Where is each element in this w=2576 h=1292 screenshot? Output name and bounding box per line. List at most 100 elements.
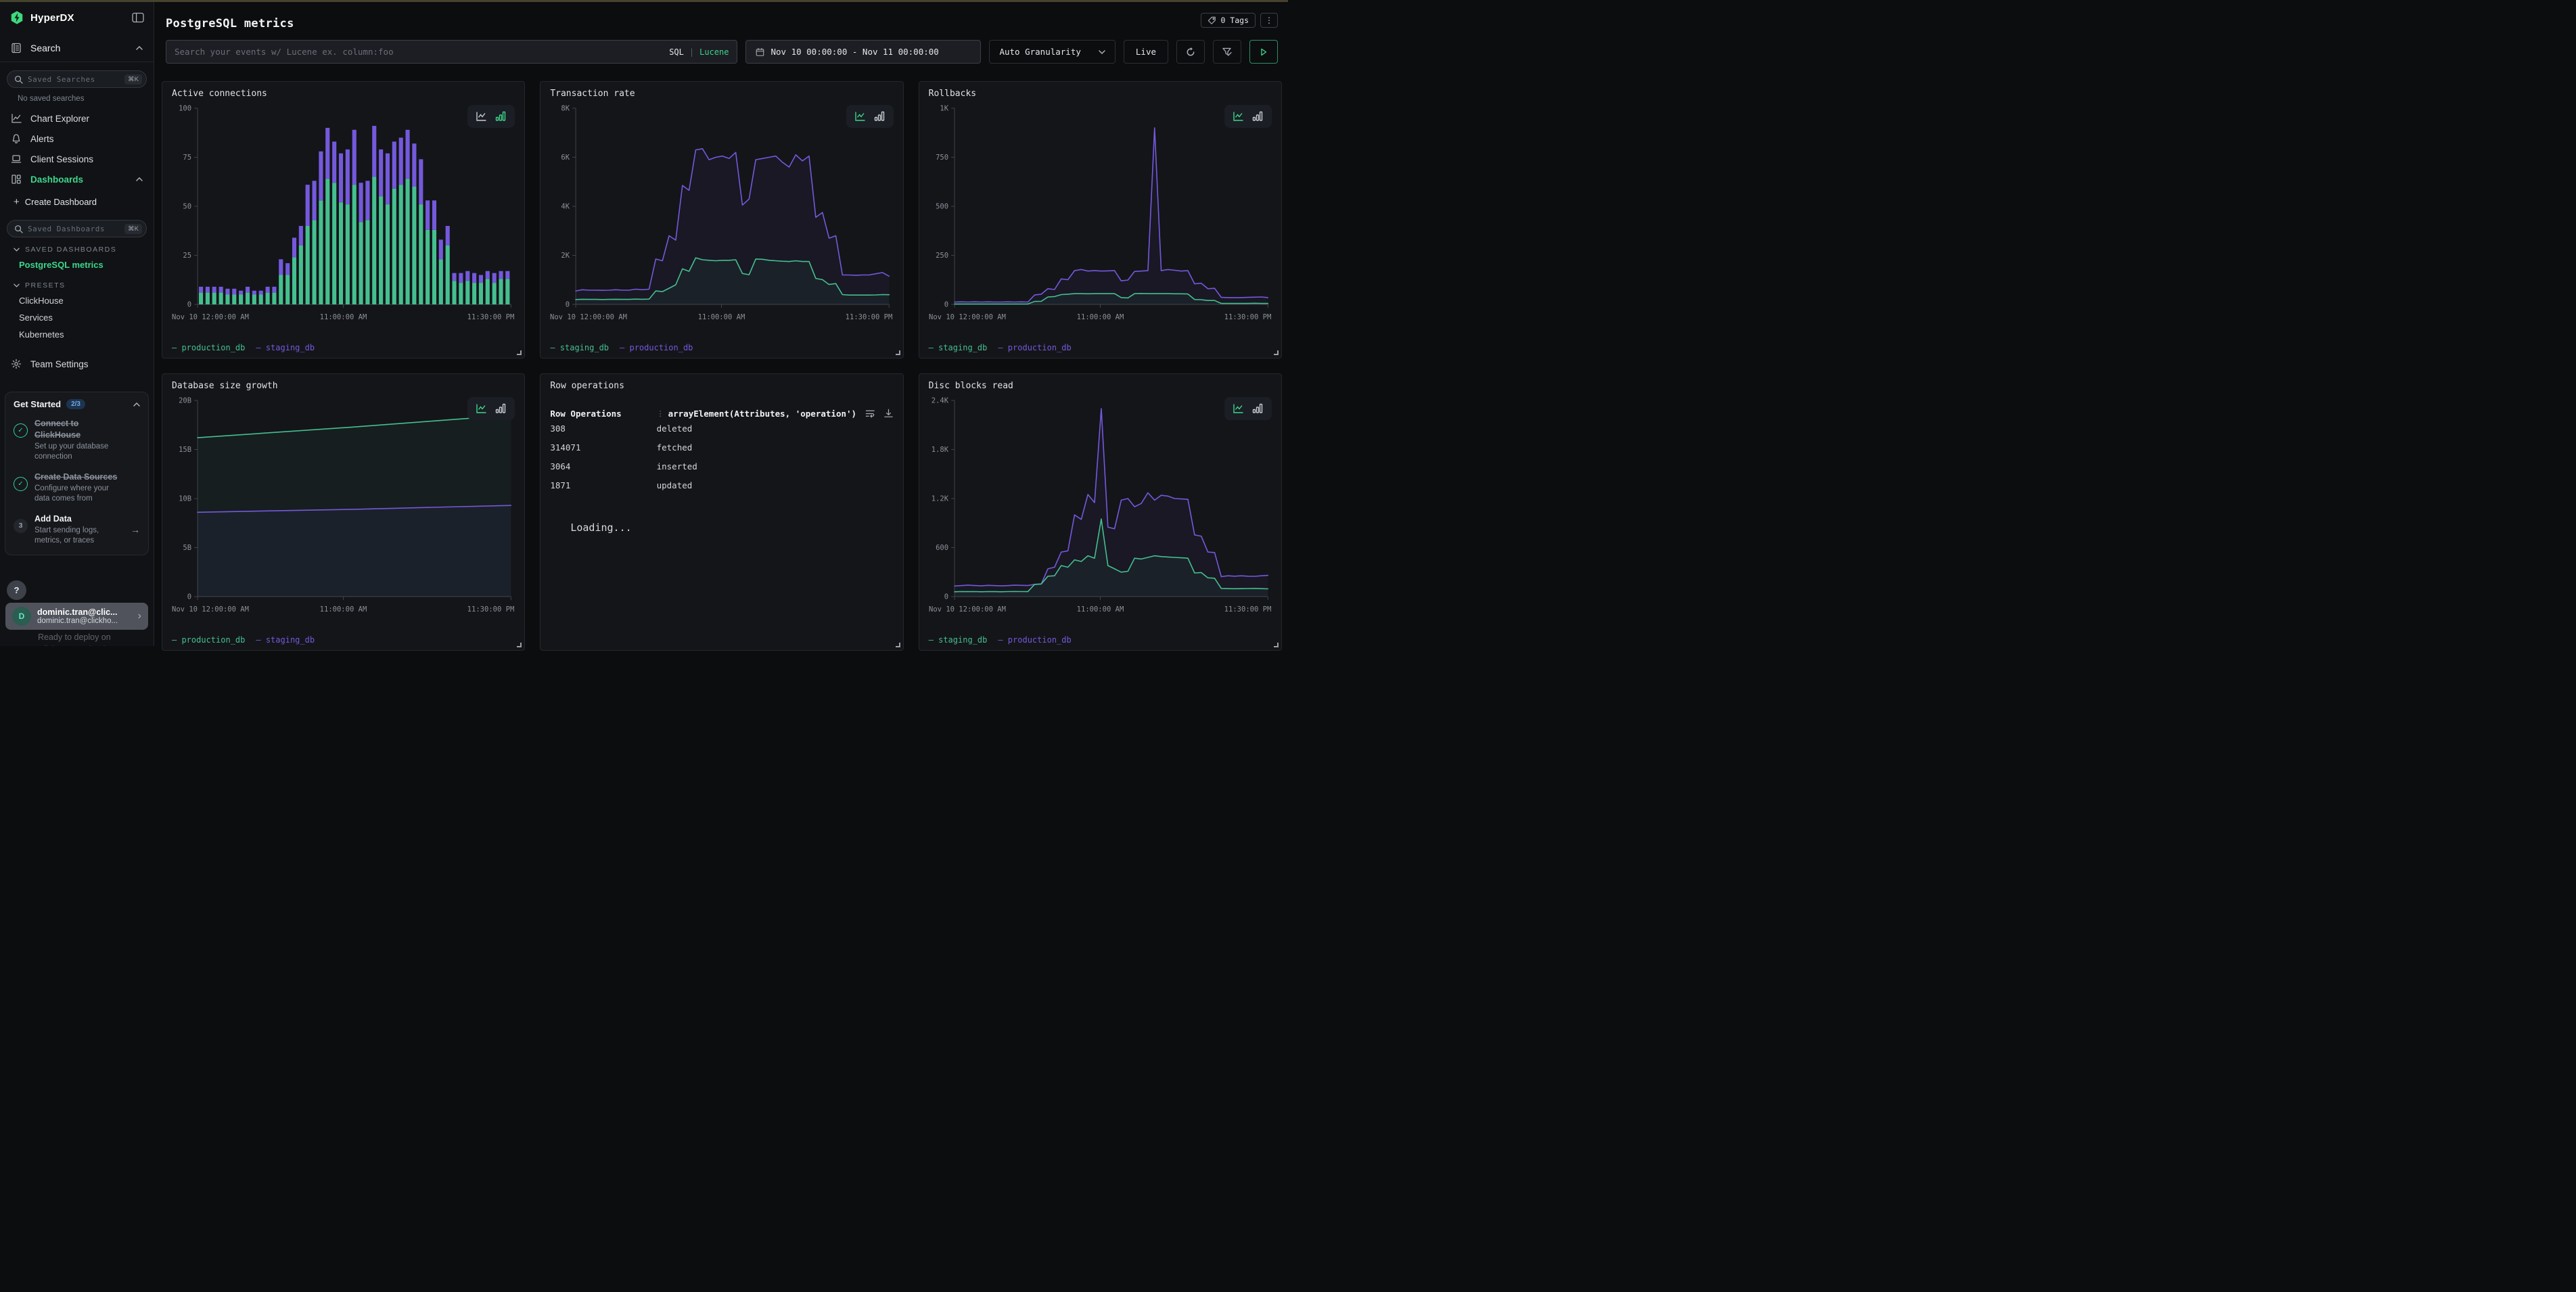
avatar: D [12, 607, 31, 626]
create-dashboard-button[interactable]: + Create Dashboard [0, 189, 154, 212]
legend-item-staging_db[interactable]: — staging_db [550, 343, 609, 352]
line-chart-icon[interactable] [854, 111, 866, 122]
resize-handle[interactable] [896, 643, 900, 647]
get-started-item-add-data[interactable]: 3 Add Data Start sending logs, metrics, … [14, 513, 140, 547]
table-row[interactable]: 314071fetched [550, 438, 893, 457]
event-search-input[interactable] [175, 47, 662, 57]
get-started-item-connect[interactable]: ✓ Connect to ClickHouse Set up your data… [14, 418, 140, 463]
bar-chart-icon[interactable] [495, 403, 507, 414]
live-button[interactable]: Live [1124, 40, 1168, 64]
row-count-cell: 308 [550, 423, 656, 434]
chevron-up-icon [136, 177, 143, 181]
query-controls: SQL | Lucene Nov 10 00:00:00 - Nov 11 00… [166, 40, 1278, 64]
table-header: Row Operations ⋮ arrayElement(Attributes… [550, 409, 893, 419]
chart-type-toggle[interactable] [467, 397, 515, 420]
legend-item-staging_db[interactable]: — staging_db [256, 635, 315, 645]
svg-text:11:00:00 AM: 11:00:00 AM [320, 313, 367, 321]
legend-item-production_db[interactable]: — production_db [998, 635, 1071, 645]
granularity-select[interactable]: Auto Granularity [989, 40, 1115, 64]
svg-text:11:00:00 AM: 11:00:00 AM [698, 313, 745, 321]
legend-item-production_db[interactable]: — production_db [998, 343, 1071, 352]
legend-item-staging_db[interactable]: — staging_db [256, 343, 315, 352]
sidebar-item-client-sessions[interactable]: Client Sessions [0, 149, 154, 169]
bar-chart-icon[interactable] [495, 111, 507, 122]
chart[interactable]: 06001.2K1.8K2.4KNov 10 12:00:00 AM11:00:… [929, 394, 1272, 621]
sidebar-item-services[interactable]: Services [0, 309, 154, 326]
chart[interactable]: 05B10B15B20BNov 10 12:00:00 AM11:00:00 A… [172, 394, 515, 621]
date-range-picker[interactable]: Nov 10 00:00:00 - Nov 11 00:00:00 [745, 40, 981, 64]
event-search[interactable]: SQL | Lucene [166, 40, 737, 64]
chart-type-toggle[interactable] [467, 105, 515, 128]
table-column-header[interactable]: arrayElement(Attributes, 'operation') [668, 409, 856, 419]
saved-searches-input[interactable]: ⌘K [7, 70, 147, 88]
refresh-button[interactable] [1176, 40, 1205, 64]
line-chart-icon[interactable] [476, 111, 487, 122]
presets-section-header[interactable]: PRESETS [0, 273, 154, 292]
sidebar-item-search[interactable]: Search [0, 32, 154, 62]
run-query-button[interactable] [1249, 40, 1278, 64]
row-count-cell: 1871 [550, 480, 656, 490]
row-count-cell: 314071 [550, 442, 656, 453]
sidebar-collapse-icon[interactable] [132, 12, 144, 23]
legend-item-production_db[interactable]: — production_db [172, 635, 245, 645]
table-row[interactable]: 1871updated [550, 476, 893, 494]
sidebar-item-chart-explorer[interactable]: Chart Explorer [0, 108, 154, 129]
svg-text:100: 100 [179, 105, 191, 113]
chart[interactable]: 02505007501KNov 10 12:00:00 AM11:00:00 A… [929, 101, 1272, 329]
get-started-header[interactable]: Get Started 2/3 [14, 399, 140, 409]
wrap-text-icon[interactable] [865, 409, 875, 419]
table-row[interactable]: 3064inserted [550, 457, 893, 476]
sidebar-item-kubernetes[interactable]: Kubernetes [0, 326, 154, 343]
get-started-card: Get Started 2/3 ✓ Connect to ClickHouse … [5, 392, 149, 555]
line-chart-icon[interactable] [1233, 403, 1244, 414]
sql-toggle[interactable]: SQL [669, 47, 684, 57]
legend-item-staging_db[interactable]: — staging_db [929, 635, 988, 645]
line-chart-icon[interactable] [1233, 111, 1244, 122]
bar-chart-icon[interactable] [874, 111, 886, 122]
svg-text:1K: 1K [940, 105, 948, 113]
sidebar-item-team-settings[interactable]: Team Settings [0, 354, 154, 374]
legend-item-staging_db[interactable]: — staging_db [929, 343, 988, 352]
user-menu[interactable]: D dominic.tran@clic... dominic.tran@clic… [5, 603, 148, 630]
download-icon[interactable] [883, 409, 894, 419]
svg-text:11:30:00 PM: 11:30:00 PM [1224, 313, 1271, 321]
get-started-item-title: Create Data Sources [34, 471, 121, 483]
panel-disc-blocks-read: Disc blocks read 06001.2K1.8K2.4KNov 10 … [919, 373, 1282, 651]
resize-handle[interactable] [1274, 643, 1279, 647]
chevron-right-icon: › [138, 610, 141, 622]
column-drag-icon[interactable]: ⋮ [657, 409, 664, 418]
legend-item-production_db[interactable]: — production_db [620, 343, 693, 352]
lucene-toggle[interactable]: Lucene [699, 47, 729, 57]
bar-chart-icon[interactable] [1252, 403, 1264, 414]
chart-type-toggle[interactable] [1224, 105, 1272, 128]
bell-icon [11, 133, 22, 144]
sidebar-item-alerts[interactable]: Alerts [0, 129, 154, 149]
help-button[interactable]: ? [7, 580, 26, 600]
get-started-item-sources[interactable]: ✓ Create Data Sources Configure where yo… [14, 471, 140, 505]
sidebar-item-clickhouse[interactable]: ClickHouse [0, 292, 154, 309]
legend-item-production_db[interactable]: — production_db [172, 343, 245, 352]
svg-text:0: 0 [944, 301, 948, 309]
chart-type-toggle[interactable] [846, 105, 894, 128]
table-column-header[interactable]: Row Operations [550, 409, 656, 419]
more-options-button[interactable]: ⋮ [1260, 13, 1278, 28]
saved-dashboards-section-header[interactable]: SAVED DASHBOARDS [0, 237, 154, 256]
saved-searches-field[interactable] [28, 75, 120, 84]
saved-dashboards-input[interactable]: ⌘K [7, 220, 147, 237]
bar-chart-icon[interactable] [1252, 111, 1264, 122]
chart-type-toggle[interactable] [1224, 397, 1272, 420]
resize-handle[interactable] [517, 350, 522, 355]
chart[interactable]: 0255075100Nov 10 12:00:00 AM11:00:00 AM1… [172, 101, 515, 329]
query-language-toggle[interactable]: SQL | Lucene [669, 47, 729, 57]
line-chart-icon[interactable] [476, 403, 487, 414]
chart[interactable]: 02K4K6K8KNov 10 12:00:00 AM11:00:00 AM11… [550, 101, 893, 329]
resize-handle[interactable] [1274, 350, 1279, 355]
filter-button[interactable] [1213, 40, 1241, 64]
resize-handle[interactable] [517, 643, 522, 647]
sidebar-item-postgresql-metrics[interactable]: PostgreSQL metrics [0, 256, 154, 273]
saved-dashboards-field[interactable] [28, 225, 120, 233]
resize-handle[interactable] [896, 350, 900, 355]
sidebar-item-dashboards[interactable]: Dashboards [0, 169, 154, 189]
tags-button[interactable]: 0 Tags [1201, 13, 1256, 28]
table-row[interactable]: 308deleted [550, 419, 893, 438]
